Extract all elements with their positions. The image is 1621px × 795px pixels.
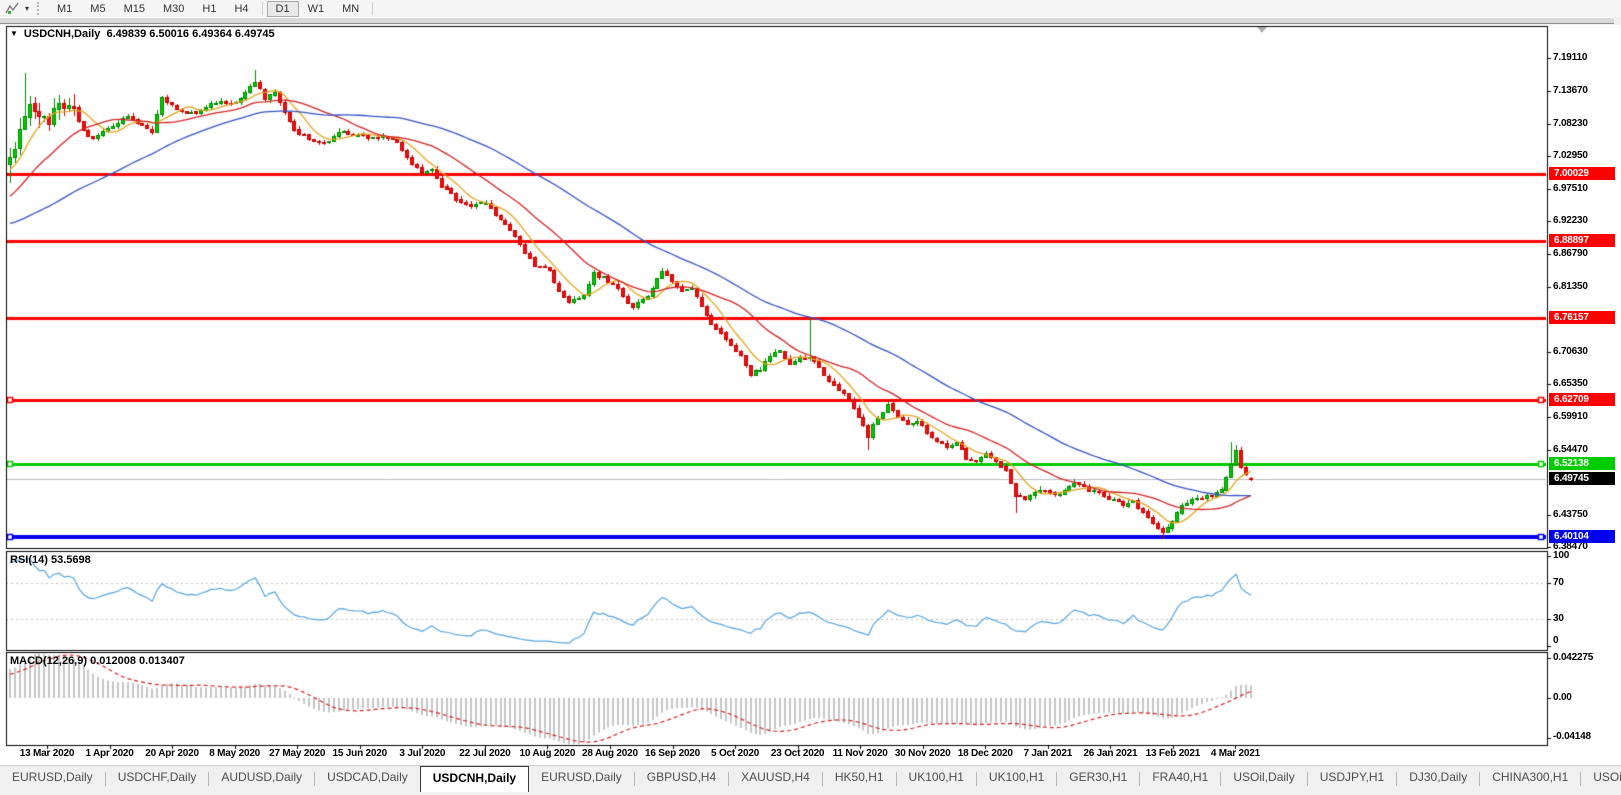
date-tick-label: 23 Oct 2020	[770, 748, 825, 759]
chart-tab-usdchf-daily[interactable]: USDCHF,Daily	[106, 766, 209, 790]
level-price-badge: 6.40104	[1549, 529, 1615, 543]
date-tick-label: 7 Jan 2021	[1023, 748, 1073, 759]
date-tick-label: 30 Nov 2020	[894, 748, 951, 759]
date-tick-label: 13 Mar 2020	[19, 748, 75, 759]
date-tick-label: 10 Aug 2020	[519, 748, 576, 759]
date-tick-label: 8 May 2020	[209, 748, 261, 759]
price-tick-label: 7.19110	[1553, 52, 1588, 64]
level-price-badge: 6.76157	[1549, 311, 1615, 325]
level-price-badge: 6.88897	[1549, 234, 1615, 248]
price-tick-label: 6.81350	[1553, 281, 1588, 293]
level-price-badge: 6.52138	[1549, 457, 1615, 471]
date-tick-label: 18 Dec 2020	[957, 748, 1013, 759]
rsi-scale-label: 70	[1553, 577, 1564, 588]
date-tick-label: 13 Feb 2021	[1145, 748, 1201, 759]
date-tick-label: 16 Sep 2020	[644, 748, 701, 759]
date-tick-label: 28 Aug 2020	[582, 748, 638, 759]
chart-tab-usdjpy-h1[interactable]: USDJPY,H1	[1308, 766, 1396, 790]
chart-tab-usdcad-daily[interactable]: USDCAD,Daily	[315, 766, 420, 790]
chart-tab-china300-h1[interactable]: CHINA300,H1	[1480, 766, 1580, 790]
rsi-indicator-label: RSI(14) 53.5698	[10, 554, 91, 566]
chart-tab-audusd-daily[interactable]: AUDUSD,Daily	[209, 766, 314, 790]
price-tick-label: 6.43750	[1553, 508, 1588, 520]
rsi-scale-label: 100	[1553, 550, 1570, 561]
level-price-badge: 7.00029	[1549, 166, 1615, 180]
date-tick-label: 1 Apr 2020	[85, 748, 134, 759]
chart-tab-bar: EURUSD,Daily USDCHF,Daily AUDUSD,Daily USDC…	[0, 765, 1621, 795]
price-chart-canvas[interactable]	[0, 0, 1621, 794]
chart-tab-eurusd-daily[interactable]: EURUSD,Daily	[0, 766, 105, 790]
macd-scale-label: 0.00	[1553, 692, 1572, 703]
price-tick-label: 6.92230	[1553, 215, 1588, 227]
chart-tab-fra40-h1[interactable]: FRA40,H1	[1140, 766, 1220, 790]
price-tick-label: 6.86790	[1553, 248, 1588, 260]
chart-tab-usoil[interactable]: USOil,	[1581, 766, 1621, 790]
chart-title: ▼ USDCNH,Daily 6.49839 6.50016 6.49364 6.…	[10, 28, 275, 40]
chart-tab-eurusd-daily[interactable]: EURUSD,Daily	[529, 766, 634, 790]
date-tick-label: 4 Mar 2021	[1210, 748, 1261, 759]
chart-tab-ger30-h1[interactable]: GER30,H1	[1057, 766, 1139, 790]
chart-tab-uk100-h1[interactable]: UK100,H1	[897, 766, 976, 790]
price-tick-label: 6.97510	[1553, 183, 1588, 195]
level-price-badge: 6.62709	[1549, 393, 1615, 406]
date-tick-label: 20 Apr 2020	[145, 748, 199, 759]
mt4-terminal: { "toolbar": { "chart_icon_name": "chart…	[0, 0, 1621, 795]
collapse-triangle-icon[interactable]: ▼	[10, 29, 18, 38]
date-tick-label: 26 Jan 2021	[1083, 748, 1138, 759]
date-tick-label: 15 Jun 2020	[332, 748, 388, 759]
chart-tab-gbpusd-h4[interactable]: GBPUSD,H4	[635, 766, 728, 790]
price-tick-label: 6.54470	[1553, 443, 1588, 455]
chart-tab-dj30-daily[interactable]: DJ30,Daily	[1397, 766, 1479, 790]
chart-tab-xauusd-h4[interactable]: XAUUSD,H4	[729, 766, 822, 790]
date-tick-label: 27 May 2020	[269, 748, 326, 759]
macd-indicator-label: MACD(12,26,9) 0.012008 0.013407	[10, 655, 185, 667]
chart-tab-uk100-h1[interactable]: UK100,H1	[977, 766, 1056, 790]
price-tick-label: 7.13670	[1553, 85, 1588, 97]
chart-tab-usoil-daily[interactable]: USOil,Daily	[1221, 766, 1306, 790]
chart-symbol-label: USDCNH,Daily	[23, 28, 101, 40]
macd-scale-label: 0.042275	[1553, 651, 1594, 663]
rsi-scale-label: 30	[1553, 613, 1564, 624]
price-tick-label: 7.08230	[1553, 118, 1588, 130]
date-tick-label: 22 Jul 2020	[459, 748, 511, 759]
macd-scale-label: -0.04148	[1553, 731, 1591, 742]
price-tick-label: 6.65350	[1553, 377, 1588, 389]
date-tick-label: 5 Oct 2020	[711, 748, 760, 759]
price-tick-label: 6.70630	[1553, 345, 1588, 357]
chart-tab-usdcnh-daily[interactable]: USDCNH,Daily	[419, 766, 530, 792]
price-tick-label: 6.59910	[1553, 410, 1588, 422]
chart-tab-hk50-h1[interactable]: HK50,H1	[823, 766, 896, 790]
current-price-badge: 6.49745	[1549, 471, 1615, 485]
price-tick-label: 7.02950	[1553, 150, 1588, 162]
date-tick-label: 3 Jul 2020	[399, 748, 446, 759]
rsi-scale-label: 0	[1553, 635, 1559, 646]
chart-ohlc-values: 6.49839 6.50016 6.49364 6.49745	[106, 28, 275, 40]
date-tick-label: 11 Nov 2020	[832, 748, 888, 759]
